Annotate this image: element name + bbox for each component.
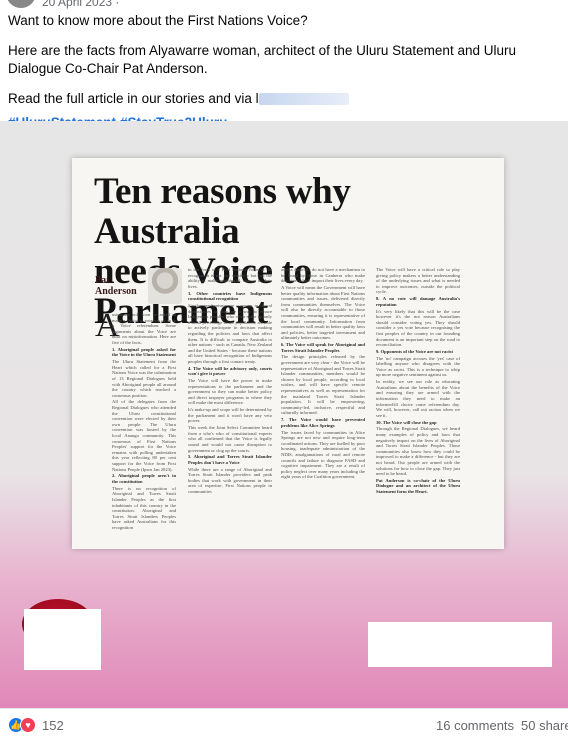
article-paragraph: The Uluru Statement from the Heart which… bbox=[112, 359, 176, 398]
article-paragraph: There is no recognition of Aboriginal an… bbox=[112, 485, 176, 530]
article-subheading: 4. The Voice will be advisory only, cour… bbox=[188, 365, 272, 377]
love-icon: ♥ bbox=[20, 717, 36, 733]
avatar[interactable] bbox=[6, 0, 36, 8]
article-subheading: Pat Anderson is co-chair of the Uluru Di… bbox=[376, 477, 460, 495]
redacted-link[interactable] bbox=[258, 93, 349, 106]
article-column-4: The Voice will have a critical role to p… bbox=[376, 267, 460, 496]
article-paragraph: The 'no' campaign accuses the 'yes' case… bbox=[376, 355, 460, 378]
article-paragraph: This week the Joint Select Committee hea… bbox=[188, 425, 272, 453]
article-paragraph: in the form of a First Nations Voice so … bbox=[188, 267, 272, 289]
shares-count[interactable]: 50 shares bbox=[521, 718, 568, 733]
article-paragraph: It's very likely that this will be the c… bbox=[376, 308, 460, 348]
reaction-count: 152 bbox=[42, 717, 64, 733]
post-intro: Want to know more about the First Nation… bbox=[8, 13, 308, 28]
redacted-box-right bbox=[368, 622, 552, 667]
article-subheading: 3. Other countries have Indigenous const… bbox=[188, 290, 272, 302]
article-column-1: ustralians will soon be asked to make a … bbox=[112, 312, 176, 532]
article-paragraph: The Voice will have a critical role to p… bbox=[376, 267, 460, 295]
article-paragraph: It's make-up and scope will be determine… bbox=[188, 407, 272, 424]
article-paragraph: The design principles released by the go… bbox=[281, 354, 365, 416]
article-subheading: 1. Aboriginal people asked for the Voice… bbox=[112, 346, 176, 358]
article-paragraph: A Voice will mean the Government will ha… bbox=[281, 284, 365, 341]
post-date[interactable]: 20 April 2023 · bbox=[42, 0, 119, 9]
newspaper-clipping: Ten reasons why Australia needs Voice to… bbox=[72, 158, 504, 549]
article-paragraph: Through the Regional Dialogues, we heard… bbox=[376, 426, 460, 477]
post-read-more: Read the full article in our stories and… bbox=[8, 90, 560, 108]
article-subheading: 7. The Voice would have prevented proble… bbox=[281, 417, 365, 428]
author-photo bbox=[148, 268, 182, 304]
article-column-3: across Australia do not have a mechanism… bbox=[281, 267, 365, 481]
article-byline: Pat Anderson bbox=[95, 275, 137, 297]
article-subheading: 2. Aboriginal people aren't in the const… bbox=[112, 473, 176, 484]
author-first-name: Pat bbox=[95, 275, 110, 286]
redacted-box-left bbox=[24, 609, 101, 670]
article-paragraph: ustralians will soon be asked to make a … bbox=[112, 312, 176, 345]
post-header: 20 April 2023 · bbox=[0, 0, 568, 10]
article-paragraph: All of the delegates from the Regional D… bbox=[112, 399, 176, 472]
article-paragraph: The Voice will have the power to make re… bbox=[188, 378, 272, 406]
article-paragraph: Similar mechanisms are common in liberal… bbox=[188, 302, 272, 364]
headline-line-1: Ten reasons why Australia bbox=[94, 171, 351, 252]
article-subheading: 10. The Voice will close the gap bbox=[376, 419, 437, 425]
post-footer: 👍 ♥ 152 16 comments 50 shares bbox=[0, 708, 568, 738]
post-image[interactable]: Ten reasons why Australia needs Voice to… bbox=[0, 121, 568, 708]
article-subheading: 6. The Voice will speak for Aboriginal a… bbox=[281, 342, 365, 353]
article-paragraph: across Australia do not have a mechanism… bbox=[281, 267, 365, 284]
article-paragraph: While there are a range of Aboriginal an… bbox=[188, 466, 272, 495]
article-column-2: in the form of a First Nations Voice so … bbox=[188, 267, 272, 496]
article-paragraph: The issues faced by communities in Alice… bbox=[281, 429, 365, 480]
reactions-summary[interactable]: 👍 ♥ 152 bbox=[8, 717, 64, 733]
read-more-text: Read the full article in our stories and… bbox=[8, 91, 259, 106]
comments-count[interactable]: 16 comments bbox=[436, 718, 514, 733]
article-paragraph: In reality, we see our role as educating… bbox=[376, 379, 460, 418]
author-last-name: Anderson bbox=[95, 286, 137, 297]
article-subheading: 9. Opponents of the Voice are not racist bbox=[376, 348, 453, 354]
article-subheading: 5. Aboriginal and Torres Strait Islander… bbox=[188, 454, 272, 465]
article-subheading: 8. A no vote will damage Australia's rep… bbox=[376, 296, 460, 307]
post-facts: Here are the facts from Alyawarre woman,… bbox=[8, 43, 516, 76]
